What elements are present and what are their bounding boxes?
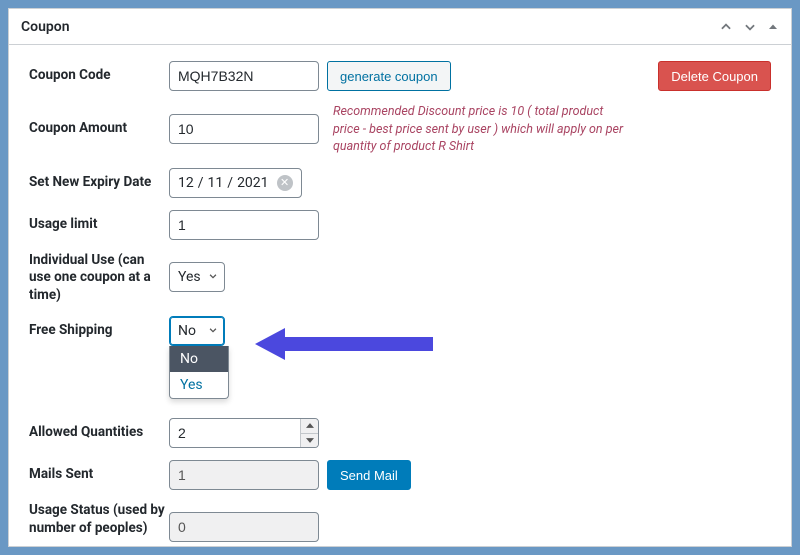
discount-hint: Recommended Discount price is 10 ( total… — [333, 103, 633, 156]
quantity-stepper — [300, 419, 318, 447]
usage-limit-input[interactable] — [169, 210, 319, 240]
panel-header: Coupon — [9, 9, 791, 45]
expiry-date-input[interactable]: 12 / 11 / 2021 ✕ — [169, 168, 302, 198]
expiry-day: 12 — [178, 175, 194, 191]
panel-title: Coupon — [21, 19, 70, 35]
label-usage-status: Usage Status (used by number of peoples) — [29, 502, 169, 537]
move-up-icon[interactable] — [719, 20, 733, 34]
clear-date-icon[interactable]: ✕ — [277, 175, 293, 191]
label-free-shipping: Free Shipping — [29, 322, 169, 340]
chevron-down-icon — [208, 323, 218, 339]
step-down-icon[interactable] — [301, 433, 318, 448]
free-shipping-option-yes[interactable]: Yes — [170, 372, 228, 398]
panel-body: Delete Coupon Coupon Code generate coupo… — [9, 45, 791, 547]
coupon-code-input[interactable] — [169, 61, 319, 91]
generate-coupon-button[interactable]: generate coupon — [327, 61, 451, 91]
collapse-icon[interactable] — [767, 21, 779, 33]
free-shipping-select[interactable]: No — [169, 316, 225, 346]
expiry-year: 2021 — [237, 175, 268, 191]
label-individual-use: Individual Use (can use one coupon at a … — [29, 252, 169, 305]
free-shipping-dropdown: No Yes — [169, 346, 229, 399]
coupon-amount-input[interactable] — [169, 114, 319, 144]
chevron-down-icon — [208, 269, 218, 285]
label-coupon-code: Coupon Code — [29, 67, 169, 85]
panel-header-actions — [719, 20, 779, 34]
label-mails-sent: Mails Sent — [29, 466, 169, 484]
move-down-icon[interactable] — [743, 20, 757, 34]
label-allowed-quantities: Allowed Quantities — [29, 424, 169, 442]
allowed-quantities-input[interactable] — [169, 418, 319, 448]
individual-use-value: Yes — [178, 269, 201, 285]
free-shipping-option-no[interactable]: No — [170, 346, 228, 372]
free-shipping-value: No — [178, 323, 196, 339]
send-mail-button[interactable]: Send Mail — [327, 460, 411, 490]
individual-use-select[interactable]: Yes — [169, 262, 225, 292]
step-up-icon[interactable] — [301, 419, 318, 433]
coupon-panel: Coupon Delete Coupon Coupon Code generat… — [8, 8, 792, 547]
label-usage-limit: Usage limit — [29, 216, 169, 234]
expiry-month: 11 — [208, 175, 224, 191]
label-coupon-amount: Coupon Amount — [29, 120, 169, 138]
usage-status-input — [169, 512, 319, 542]
label-expiry: Set New Expiry Date — [29, 174, 169, 192]
mails-sent-input — [169, 460, 319, 490]
